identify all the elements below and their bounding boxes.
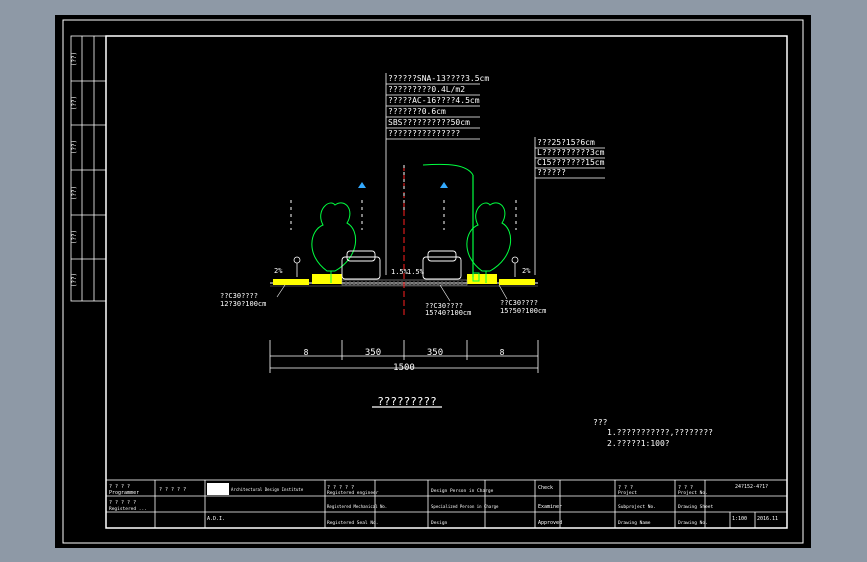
notes-line: 2.?????1:100?: [607, 439, 670, 448]
side-strip-text: (??): [71, 273, 78, 287]
sidewalk-layer-text: C15???????15cm: [537, 158, 605, 167]
curb-label: 15?40?100cm: [425, 309, 471, 317]
title-block-text: Approved: [538, 520, 562, 526]
title-block-text: Programmer: [109, 490, 139, 496]
title-block-text: ? ? ? ? ?: [109, 500, 136, 506]
drawing-title: ?????????: [377, 395, 437, 408]
crown-slope-label: 1.5%: [391, 268, 409, 276]
side-strip-text: (??): [71, 230, 78, 244]
title-block-text: Registered Seal No.: [327, 520, 378, 526]
side-strip-text: (??): [71, 96, 78, 110]
sidewalk-right: [499, 279, 535, 285]
title-block-text: Subproject No.: [618, 504, 656, 510]
dimension-text: 8: [500, 348, 505, 357]
title-block-text: ? ? ? ? ?: [159, 487, 186, 493]
title-block-text: Design Person in Charge: [431, 488, 494, 494]
title-block-text: Design: [431, 520, 448, 526]
title-block-text: Registered ...: [109, 506, 147, 512]
title-block-text: Drawing No.: [678, 520, 708, 526]
pavement-callout: ??????SNA-13????3.5cm ?????????0.4L/m2???…: [385, 73, 489, 275]
pavement-layer-text: ?????AC-16????4.5cm: [388, 96, 480, 105]
pavement-layer-text: ???????????????: [388, 129, 460, 138]
side-strip-text: (??): [71, 186, 78, 200]
dimension-text: 1500: [393, 363, 415, 373]
median-left: [312, 274, 342, 284]
title-block-text: Registered Mechanical No.: [327, 504, 387, 509]
side-strip-text: (??): [71, 140, 78, 154]
curb-label: ??C30????: [220, 292, 258, 300]
title-block-text: Drawing Name: [618, 520, 651, 526]
title-block-text: 24?152-4?1?: [735, 484, 768, 490]
curb-label: 12?30?100cm: [220, 300, 266, 308]
dimension-text: 350: [427, 348, 443, 358]
sidewalk-callout: ???25?15?6cmL??????????3cmC15???????15cm…: [534, 137, 605, 275]
arrow-up-icon: [440, 182, 448, 188]
title-block-text: A.D.I.: [207, 516, 225, 522]
title-block-text: Drawing Sheet: [678, 504, 714, 510]
sidewalk-layer-text: ???25?15?6cm: [537, 138, 595, 147]
sidewalk-layer-text: L??????????3cm: [537, 148, 605, 157]
road-section: [270, 163, 538, 315]
arrow-down-icon: [358, 182, 366, 188]
title-block-text: Project: [618, 490, 637, 496]
title-block-text: 2016.11: [757, 516, 778, 522]
title-block-text: 1:100: [732, 516, 747, 522]
slope-label: 2%: [522, 267, 531, 275]
pavement-layer-text: SBS??????????50cm: [388, 118, 470, 127]
title-block-text: Specialized Person in Charge: [431, 504, 499, 509]
drawing-sheet: (??) (??) (??) (??) (??) (??) ??????SNA-13???…: [55, 15, 811, 548]
title-block-text: Check: [538, 485, 553, 491]
notes-heading: ???: [593, 418, 608, 427]
curb-label: 15?50?100cm: [500, 307, 546, 315]
notes-line: 1.???????????,????????: [607, 428, 713, 437]
dimension-text: 8: [304, 348, 309, 357]
pavement-layer-text: ???????0.6cm: [388, 107, 446, 116]
pavement-layer-text: ??????SNA-13????3.5cm: [388, 74, 489, 83]
curb-label: ??C30????: [500, 299, 538, 307]
median-right: [467, 274, 497, 284]
sidewalk-left: [273, 279, 309, 285]
crown-slope-label: 1.5%: [407, 268, 425, 276]
dimension-text: 350: [365, 348, 381, 358]
slope-label: 2%: [274, 267, 283, 275]
side-strip-text: (??): [71, 52, 78, 66]
title-block-text: Examiner: [538, 504, 562, 510]
pavement-layer-text: ?????????0.4L/m2: [388, 85, 465, 94]
title-block-text: Architectural Design Institute: [231, 487, 304, 492]
sidewalk-layer-text: ??????: [537, 168, 566, 177]
title-block-text: Project No.: [678, 490, 708, 496]
title-block-text: Registered engineer: [327, 490, 379, 496]
cad-drawing: (??) (??) (??) (??) (??) (??) ??????SNA-13???…: [62, 19, 804, 544]
company-logo: [207, 483, 229, 495]
side-strip: [70, 35, 107, 302]
